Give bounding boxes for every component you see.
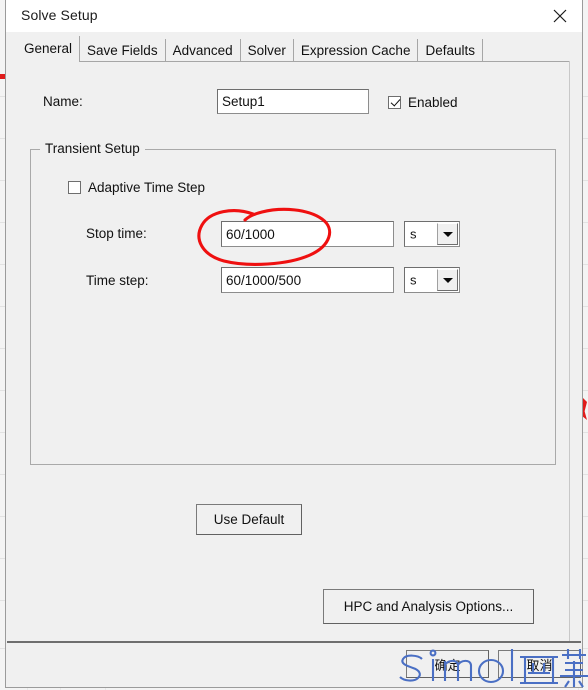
dialog-title: Solve Setup xyxy=(21,7,98,23)
adaptive-time-step-checkbox[interactable]: Adaptive Time Step xyxy=(68,180,205,195)
hpc-and-analysis-options-button[interactable]: HPC and Analysis Options... xyxy=(323,589,534,624)
use-default-button[interactable]: Use Default xyxy=(196,504,302,535)
stop-time-unit-dropdown[interactable]: s xyxy=(404,221,460,247)
stop-time-label: Stop time: xyxy=(86,226,147,241)
tab-label: Advanced xyxy=(172,43,233,58)
active-tab-notch xyxy=(17,61,79,63)
stop-time-input[interactable]: 60/1000 xyxy=(221,221,394,247)
hpc-and-analysis-options-label: HPC and Analysis Options... xyxy=(343,599,514,614)
enabled-checkbox[interactable]: Enabled xyxy=(388,95,458,110)
tab-label: Solver xyxy=(247,43,286,58)
tab-label: General xyxy=(24,41,73,56)
solve-setup-dialog: Solve Setup General Save Fields Advanced… xyxy=(5,0,583,688)
time-step-unit-dropdown[interactable]: s xyxy=(404,267,460,293)
time-step-input[interactable]: 60/1000/500 xyxy=(221,267,394,293)
tab-bar: General Save Fields Advanced Solver Expr… xyxy=(6,32,582,62)
checkbox-box-unchecked xyxy=(68,181,81,194)
tab-label: Expression Cache xyxy=(300,43,411,58)
transient-setup-group xyxy=(30,149,556,465)
cancel-button-label: 取消 xyxy=(526,657,553,673)
use-default-button-label: Use Default xyxy=(213,512,285,527)
tab-page-border xyxy=(17,61,570,62)
time-step-unit-value: s xyxy=(410,272,417,288)
time-step-value: 60/1000/500 xyxy=(226,272,302,288)
name-label: Name: xyxy=(43,94,83,109)
tab-defaults[interactable]: Defaults xyxy=(417,39,483,62)
tab-solver[interactable]: Solver xyxy=(239,39,294,62)
chevron-down-icon[interactable] xyxy=(437,269,458,291)
transient-setup-group-title: Transient Setup xyxy=(40,141,145,156)
ok-button[interactable]: 确定 xyxy=(406,650,489,678)
chevron-down-icon[interactable] xyxy=(437,223,458,245)
stop-time-value: 60/1000 xyxy=(226,226,275,242)
tab-save-fields[interactable]: Save Fields xyxy=(79,39,166,62)
close-icon[interactable] xyxy=(538,0,582,31)
tab-label: Save Fields xyxy=(87,43,158,58)
dialog-footer-separator xyxy=(7,641,581,643)
ok-button-label: 确定 xyxy=(434,657,461,673)
tab-advanced[interactable]: Advanced xyxy=(164,39,241,62)
tab-label: Defaults xyxy=(425,43,475,58)
dialog-titlebar: Solve Setup xyxy=(6,0,582,33)
cancel-button[interactable]: 取消 xyxy=(498,650,581,678)
checkbox-box-checked xyxy=(388,96,401,109)
name-input[interactable]: Setup1 xyxy=(217,89,369,114)
red-annotation-fragment-right xyxy=(583,398,587,420)
tab-general[interactable]: General xyxy=(17,36,81,62)
stop-time-unit-value: s xyxy=(410,226,417,242)
tab-list: General Save Fields Advanced Solver Expr… xyxy=(17,36,483,62)
enabled-label: Enabled xyxy=(408,95,458,110)
adaptive-time-step-label: Adaptive Time Step xyxy=(88,180,206,195)
name-input-value: Setup1 xyxy=(222,94,265,109)
tab-expression-cache[interactable]: Expression Cache xyxy=(292,39,419,62)
tab-page-right-border xyxy=(569,61,570,641)
time-step-label: Time step: xyxy=(86,273,149,288)
